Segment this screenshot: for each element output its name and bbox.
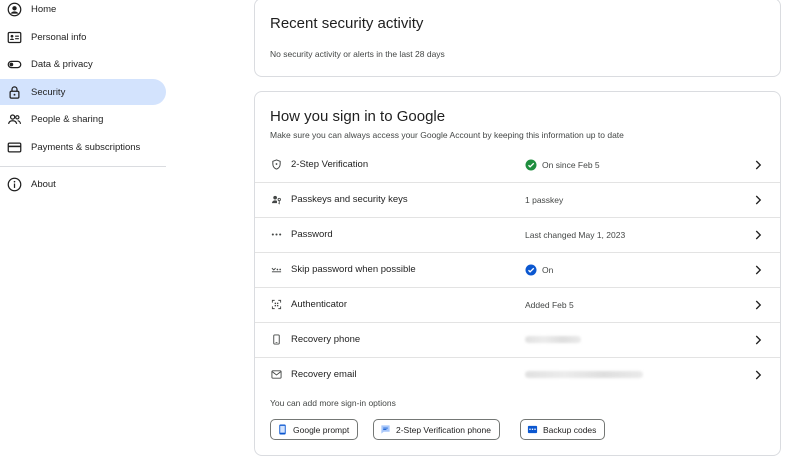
sidebar-item-label: About (31, 178, 56, 190)
backup-codes-button[interactable]: Backup codes (520, 419, 606, 440)
row-status (525, 336, 581, 343)
sign-in-row-passkeys[interactable]: Passkeys and security keys 1 passkey (255, 182, 780, 217)
skip-password-icon (269, 263, 283, 277)
redacted-phone (525, 336, 581, 343)
chevron-right-icon (755, 230, 762, 239)
id-card-icon (6, 29, 22, 45)
sign-in-row-recovery-phone[interactable]: Recovery phone (255, 322, 780, 357)
row-status (525, 371, 643, 378)
sidebar-item-label: Home (31, 3, 57, 15)
row-status-text: 1 passkey (525, 194, 564, 205)
chip-label: Backup codes (543, 424, 597, 435)
row-label: Authenticator (291, 299, 347, 310)
lock-icon (6, 84, 22, 100)
sign-in-row-password[interactable]: Password Last changed May 1, 2023 (255, 217, 780, 252)
chevron-right-icon (755, 265, 762, 274)
info-icon (6, 176, 22, 192)
sidebar-item-about[interactable]: About (0, 171, 166, 197)
check-circle-icon (525, 159, 537, 170)
sidebar-item-label: Data & privacy (31, 58, 93, 70)
message-icon (381, 425, 390, 434)
row-status-text: Last changed May 1, 2023 (525, 229, 626, 240)
sidebar-item-home[interactable]: Home (0, 0, 166, 22)
chip-label: Google prompt (293, 424, 350, 435)
card-subtitle: Make sure you can always access your Goo… (270, 130, 624, 140)
google-prompt-button[interactable]: Google prompt (270, 419, 359, 440)
sign-in-row-skip-password[interactable]: Skip password when possible On (255, 252, 780, 287)
sidebar-item-label: Payments & subscriptions (31, 141, 141, 153)
row-status: Added Feb 5 (525, 300, 574, 310)
row-status: Last changed May 1, 2023 (525, 230, 625, 240)
sidebar: Home Personal info Data & privacy Securi… (0, 0, 170, 462)
row-status: On since Feb 5 (525, 159, 600, 171)
account-circle-icon (6, 1, 22, 17)
phone-icon (269, 333, 283, 347)
sign-in-row-2sv[interactable]: 2-Step Verification On since Feb 5 (255, 147, 780, 182)
row-status-text: On (542, 264, 554, 275)
passkey-icon (269, 193, 283, 207)
sidebar-item-label: Security (31, 86, 66, 98)
chevron-right-icon (755, 300, 762, 309)
sign-in-row-recovery-email[interactable]: Recovery email (255, 357, 780, 392)
row-label: Passkeys and security keys (291, 194, 408, 205)
card-subtitle: No security activity or alerts in the la… (270, 49, 445, 59)
sidebar-item-security[interactable]: Security (0, 79, 166, 105)
sidebar-item-people-sharing[interactable]: People & sharing (0, 106, 166, 132)
row-label: Skip password when possible (291, 264, 416, 275)
redacted-email (525, 371, 643, 378)
row-label: Recovery email (291, 369, 357, 380)
sidebar-item-label: Personal info (31, 31, 87, 43)
sidebar-item-label: People & sharing (31, 113, 104, 125)
chevron-right-icon (755, 160, 762, 169)
chevron-right-icon (755, 195, 762, 204)
card-title: How you sign in to Google (270, 108, 446, 125)
row-status: On (525, 264, 553, 276)
backup-codes-icon (527, 425, 538, 434)
chip-label: 2-Step Verification phone (396, 424, 491, 435)
people-icon (6, 111, 22, 127)
row-label: Recovery phone (291, 334, 361, 345)
two-step-phone-button[interactable]: 2-Step Verification phone (373, 419, 500, 440)
shield-icon (269, 158, 283, 172)
sign-in-card: How you sign in to Google Make sure you … (254, 91, 781, 456)
authenticator-icon (269, 298, 283, 312)
chevron-right-icon (755, 370, 762, 379)
card-title: Recent security activity (270, 15, 424, 32)
sidebar-item-data-privacy[interactable]: Data & privacy (0, 51, 166, 77)
sidebar-item-personal-info[interactable]: Personal info (0, 24, 166, 50)
sidebar-divider (0, 166, 166, 167)
sign-in-row-authenticator[interactable]: Authenticator Added Feb 5 (255, 287, 780, 322)
recent-security-activity-card[interactable]: Recent security activity No security act… (254, 0, 781, 77)
row-label: Password (291, 229, 333, 240)
toggle-icon (6, 56, 22, 72)
more-options-note: You can add more sign-in options (270, 398, 396, 408)
mail-icon (269, 368, 283, 382)
sidebar-item-payments[interactable]: Payments & subscriptions (0, 134, 166, 160)
row-status-text: Added Feb 5 (525, 299, 574, 310)
row-status: 1 passkey (525, 195, 563, 205)
chevron-right-icon (755, 335, 762, 344)
credit-card-icon (6, 139, 22, 155)
phone-prompt-icon (279, 424, 286, 435)
password-dots-icon (269, 228, 283, 242)
row-status-text: On since Feb 5 (542, 159, 600, 170)
check-circle-blue-icon (525, 264, 537, 275)
row-label: 2-Step Verification (291, 159, 369, 170)
